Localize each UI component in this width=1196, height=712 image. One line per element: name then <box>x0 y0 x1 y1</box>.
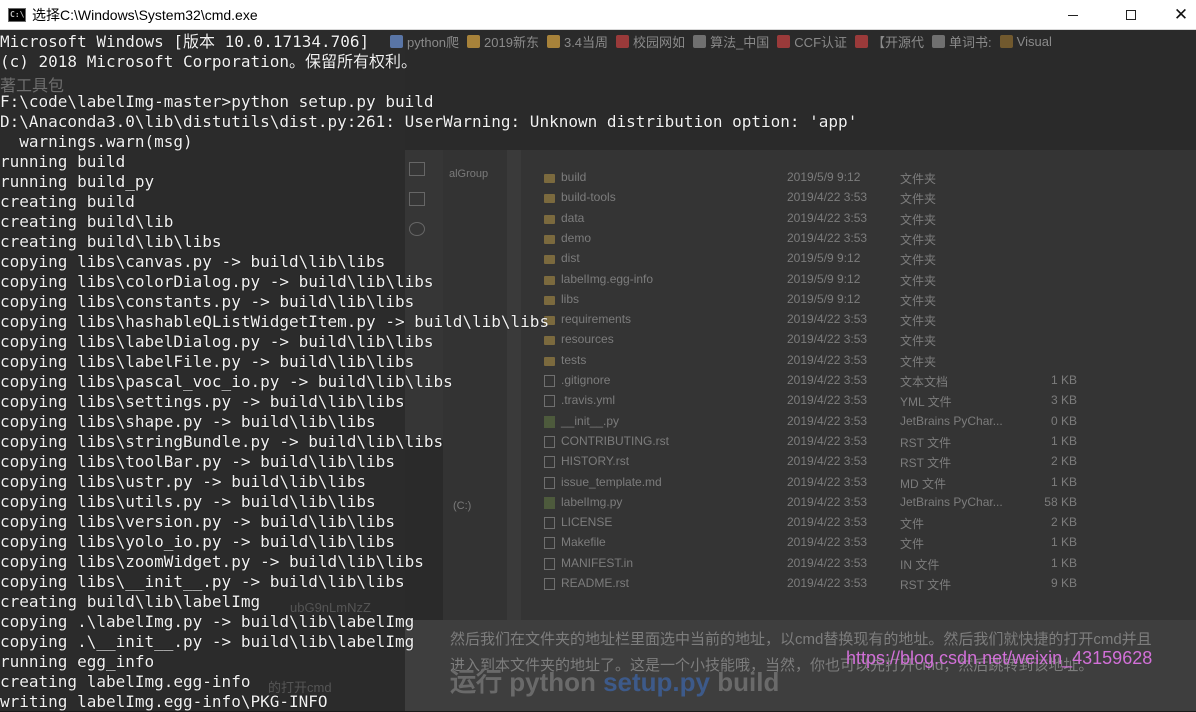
console-line: D:\Anaconda3.0\lib\distutils\dist.py:261… <box>0 112 858 131</box>
console-line: copying libs\labelFile.py -> build\lib\l… <box>0 352 415 371</box>
console-line: copying .\labelImg.py -> build\lib\label… <box>0 612 415 631</box>
console-line: copying libs\utils.py -> build\lib\libs <box>0 492 376 511</box>
console-line: copying libs\constants.py -> build\lib\l… <box>0 292 415 311</box>
console-line: creating labelImg.egg-info <box>0 672 251 691</box>
console-line: creating build <box>0 192 135 211</box>
close-icon: ✕ <box>1173 5 1189 25</box>
console-line: creating build\lib\libs <box>0 232 222 251</box>
console-line: running egg_info <box>0 652 155 671</box>
console-line: creating build\lib <box>0 212 174 231</box>
console-line: creating build\lib\labelImg <box>0 592 261 611</box>
close-button[interactable]: ✕ <box>1158 0 1196 30</box>
console-line: Microsoft Windows [版本 10.0.17134.706] <box>0 32 370 51</box>
console-line: running build <box>0 152 126 171</box>
console-line: copying libs\colorDialog.py -> build\lib… <box>0 272 434 291</box>
console-line: copying libs\toolBar.py -> build\lib\lib… <box>0 452 395 471</box>
console-line: warnings.warn(msg) <box>0 132 193 151</box>
console-line: copying libs\stringBundle.py -> build\li… <box>0 432 444 451</box>
console-line: copying libs\hashableQListWidgetItem.py … <box>0 312 550 331</box>
console-line: running build_py <box>0 172 155 191</box>
console-line: copying libs\labelDialog.py -> build\lib… <box>0 332 434 351</box>
maximize-icon <box>1126 10 1136 20</box>
window-title: 选择C:\Windows\System32\cmd.exe <box>32 6 258 23</box>
title-bar[interactable]: C:\ 选择C:\Windows\System32\cmd.exe ✕ <box>0 0 1196 30</box>
console-line: copying .\__init__.py -> build\lib\label… <box>0 632 415 651</box>
cmd-icon: C:\ <box>8 7 26 22</box>
maximize-button[interactable] <box>1108 0 1154 30</box>
console-line: writing labelImg.egg-info\PKG-INFO <box>0 692 328 711</box>
console-line: copying libs\yolo_io.py -> build\lib\lib… <box>0 532 395 551</box>
console-line: copying libs\ustr.py -> build\lib\libs <box>0 472 367 491</box>
console-line: copying libs\zoomWidget.py -> build\lib\… <box>0 552 424 571</box>
console-line: (c) 2018 Microsoft Corporation。保留所有权利。 <box>0 52 417 71</box>
console-line: copying libs\shape.py -> build\lib\libs <box>0 412 376 431</box>
minimize-button[interactable] <box>1050 0 1096 30</box>
minimize-icon <box>1068 14 1078 16</box>
console-output[interactable]: Microsoft Windows [版本 10.0.17134.706] (c)… <box>0 32 1196 711</box>
console-line: copying libs\version.py -> build\lib\lib… <box>0 512 395 531</box>
console-line: F:\code\labelImg-master>python setup.py … <box>0 92 434 111</box>
console-line: copying libs\pascal_voc_io.py -> build\l… <box>0 372 453 391</box>
console-line: copying libs\canvas.py -> build\lib\libs <box>0 252 386 271</box>
console-line: copying libs\settings.py -> build\lib\li… <box>0 392 405 411</box>
console-line: copying libs\__init__.py -> build\lib\li… <box>0 572 405 591</box>
